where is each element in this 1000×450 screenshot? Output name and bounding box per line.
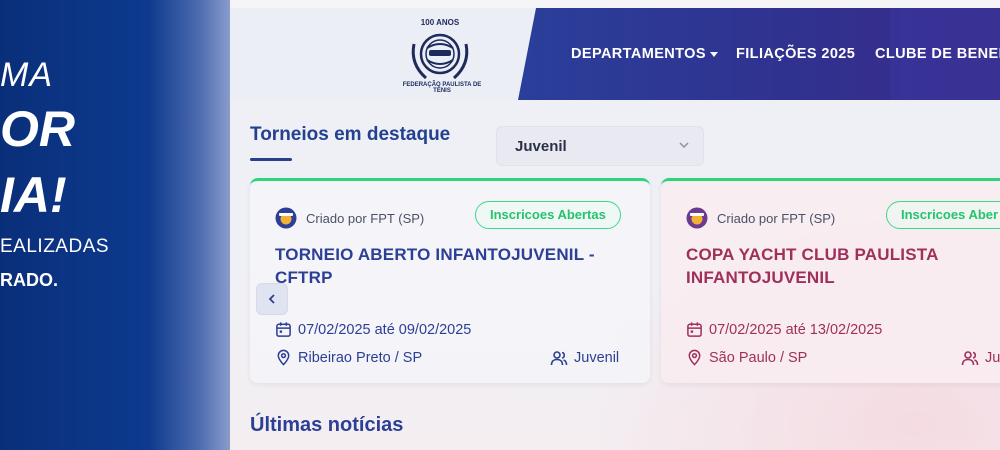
tournament-dates: 07/02/2025 até 13/02/2025 bbox=[686, 321, 882, 338]
tournament-title[interactable]: TORNEIO ABERTO INFANTOJUVENIL - CFTRP bbox=[275, 243, 625, 289]
tournament-card[interactable]: Criado por FPT (SP) Inscricoes Abertas T… bbox=[250, 178, 650, 383]
tournament-dates: 07/02/2025 até 09/02/2025 bbox=[275, 321, 471, 338]
category-text: Juvenil bbox=[574, 350, 620, 366]
chevron-down-icon bbox=[679, 142, 689, 149]
users-icon bbox=[550, 351, 568, 366]
header-top-strip bbox=[230, 0, 1000, 8]
users-icon bbox=[961, 351, 979, 366]
select-value: Juvenil bbox=[515, 138, 567, 155]
hero-text-line-1: MA bbox=[0, 56, 53, 94]
tournament-location: São Paulo / SP bbox=[686, 349, 807, 366]
status-badge: Inscricoes Abertas bbox=[475, 201, 621, 229]
nav-item-departamentos[interactable]: DEPARTAMENTOS bbox=[571, 46, 718, 62]
caret-down-icon bbox=[709, 51, 718, 57]
status-badge: Inscricoes Aber bbox=[886, 201, 1000, 229]
tournament-title[interactable]: COPA YACHT CLUB PAULISTA INFANTOJUVENIL bbox=[686, 243, 1000, 289]
hero-text-line-4: EALIZADAS bbox=[0, 236, 110, 257]
category-text: Ju bbox=[985, 350, 1000, 366]
dates-text: 07/02/2025 até 09/02/2025 bbox=[298, 321, 472, 338]
nav-item-filiacoes[interactable]: FILIAÇÕES 2025 bbox=[736, 46, 855, 62]
dates-text: 07/02/2025 até 13/02/2025 bbox=[709, 321, 883, 338]
tournament-category: Juvenil bbox=[550, 349, 619, 367]
carousel-prev-button[interactable] bbox=[256, 283, 288, 315]
tournament-category: Ju bbox=[961, 349, 1000, 367]
location-text: São Paulo / SP bbox=[709, 349, 808, 366]
category-filter-select[interactable]: Juvenil bbox=[496, 126, 704, 166]
tournament-card[interactable]: Criado por FPT (SP) Inscricoes Aber COPA… bbox=[661, 178, 1000, 383]
hero-text-line-2: OR bbox=[0, 101, 75, 157]
hero-text-line-5: RADO. bbox=[0, 270, 58, 290]
featured-section-title: Torneios em destaque bbox=[250, 124, 451, 145]
news-section-title: Últimas notícias bbox=[250, 414, 404, 436]
chevron-left-icon bbox=[268, 294, 275, 304]
map-pin-icon bbox=[277, 349, 290, 366]
map-pin-icon bbox=[688, 349, 701, 366]
location-text: Ribeirao Preto / SP bbox=[298, 349, 423, 366]
nav-item-clube-beneficios[interactable]: CLUBE DE BENEFÍ bbox=[875, 46, 1000, 62]
hero-text-line-3: IA! bbox=[0, 167, 67, 223]
nav-item-label: DEPARTAMENTOS bbox=[571, 46, 706, 62]
logo-top-text: 100 ANOS bbox=[421, 18, 460, 27]
logo-caption: FEDERAÇÃO PAULISTA DE TÊNIS bbox=[402, 82, 482, 94]
org-logo-icon bbox=[275, 207, 297, 229]
org-logo-icon bbox=[686, 207, 708, 229]
organizer-text: Criado por FPT (SP) bbox=[306, 211, 425, 226]
section-title-underline bbox=[250, 158, 292, 161]
organizer-text: Criado por FPT (SP) bbox=[717, 211, 836, 226]
tournament-location: Ribeirao Preto / SP bbox=[275, 349, 422, 366]
calendar-icon bbox=[276, 322, 291, 337]
calendar-icon bbox=[687, 322, 702, 337]
header-logo-area bbox=[230, 8, 540, 100]
